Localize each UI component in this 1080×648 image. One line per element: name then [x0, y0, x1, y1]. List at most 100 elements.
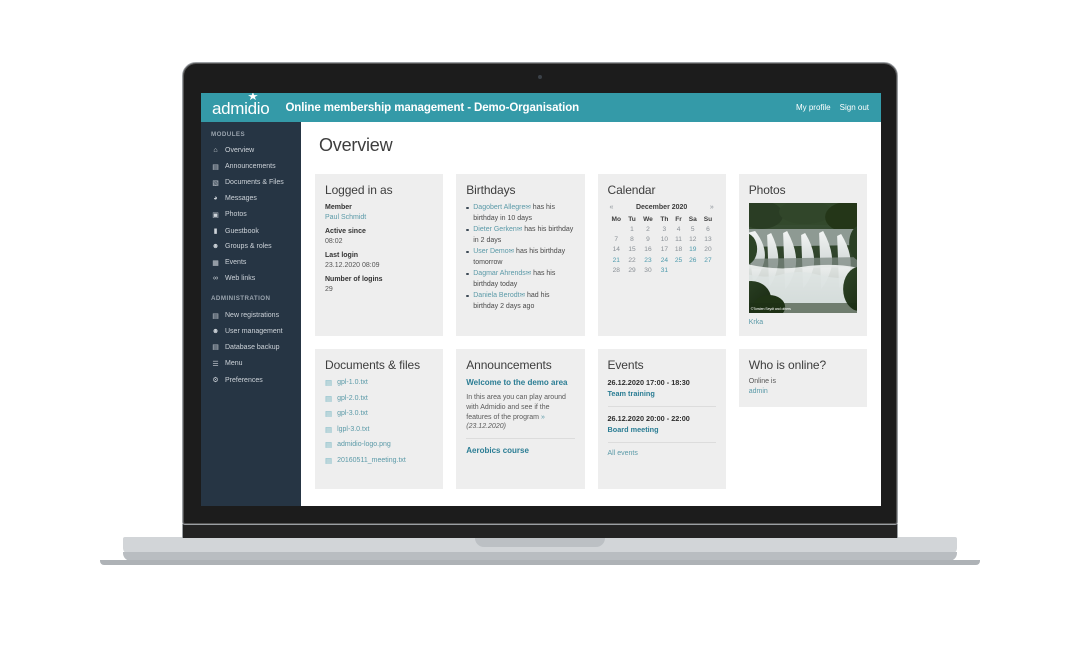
member-name[interactable]: Paul Schmidt — [325, 214, 433, 221]
sidebar-item-label: Photos — [225, 211, 247, 219]
calendar-day[interactable]: 14 — [608, 245, 626, 255]
admidio-logo[interactable]: ★ admidio — [212, 93, 270, 117]
calendar-day[interactable]: 11 — [672, 235, 686, 245]
announcement-date: (23.12.2020) — [466, 423, 506, 430]
announcement-headline[interactable]: Welcome to the demo area — [466, 378, 574, 388]
sidebar-item-groups-roles[interactable]: ☻ Groups & roles — [201, 239, 301, 254]
my-profile-link[interactable]: My profile — [796, 103, 831, 112]
calendar-day[interactable]: 16 — [639, 245, 657, 255]
calendar-day[interactable]: 4 — [672, 224, 686, 234]
calendar-day[interactable]: 17 — [657, 245, 672, 255]
envelope-icon[interactable]: ✉ — [525, 203, 530, 214]
calendar-week-row: 7 8 9 10 11 12 13 — [608, 235, 716, 245]
document-item[interactable]: ▤ 20160511_meeting.txt — [325, 456, 433, 465]
sidebar-item-user-management[interactable]: ☻ User management — [201, 324, 301, 339]
sidebar-item-messages[interactable]: ◕ Messages — [201, 191, 301, 206]
sign-out-link[interactable]: Sign out — [840, 103, 869, 112]
calendar-day[interactable]: 26 — [685, 255, 700, 265]
calendar-day[interactable]: 30 — [639, 265, 657, 275]
event-datetime: 26.12.2020 20:00 - 22:00 — [607, 414, 690, 423]
sidebar-item-database-backup[interactable]: ▤ Database backup — [201, 339, 301, 355]
sidebar-item-label: Web links — [225, 275, 256, 283]
number-of-logins-value: 29 — [325, 286, 333, 293]
envelope-icon[interactable]: ✉ — [509, 247, 514, 258]
document-item[interactable]: ▤ gpl-1.0.txt — [325, 378, 433, 387]
calendar-day-empty — [608, 224, 626, 234]
document-item[interactable]: ▤ lgpl-3.0.txt — [325, 425, 433, 434]
birthday-person-link[interactable]: User Demo — [473, 248, 508, 255]
photo-caption[interactable]: Krka — [749, 319, 857, 326]
calendar-day[interactable]: 7 — [608, 235, 626, 245]
divider — [607, 406, 716, 407]
sidebar-item-announcements[interactable]: ▤ Announcements — [201, 158, 301, 174]
sidebar-item-preferences[interactable]: ⚙ Preferences — [201, 372, 301, 388]
announcement-headline[interactable]: Aerobics course — [466, 446, 574, 456]
sidebar-item-documents-files[interactable]: ▧ Documents & Files — [201, 175, 301, 191]
calendar-day[interactable]: 5 — [685, 224, 700, 234]
announcement-body-text: In this area you can play around with Ad… — [466, 394, 566, 421]
envelope-icon[interactable]: ✉ — [517, 225, 522, 236]
calendar-day[interactable]: 23 — [639, 255, 657, 265]
calendar-day[interactable]: 25 — [672, 255, 686, 265]
calendar-day[interactable]: 22 — [625, 255, 639, 265]
calendar-day-empty — [685, 265, 700, 275]
all-events-link[interactable]: All events — [608, 450, 716, 457]
birthday-person-link[interactable]: Dagobert Allegre — [473, 204, 525, 211]
text-file-icon: ▤ — [325, 409, 333, 418]
birthday-item: Dagobert Allegre ✉ has his birthday in 1… — [466, 203, 574, 224]
sidebar-item-guestbook[interactable]: ▮ Guestbook — [201, 223, 301, 239]
sidebar-item-overview[interactable]: ⌂ Overview — [201, 143, 301, 158]
birthday-list: Dagobert Allegre ✉ has his birthday in 1… — [466, 203, 574, 312]
birthday-person-link[interactable]: Dieter Gerken — [473, 226, 517, 233]
calendar-day[interactable]: 15 — [625, 245, 639, 255]
calendar-next-button[interactable]: » — [710, 204, 714, 211]
envelope-icon[interactable]: ✉ — [520, 291, 525, 302]
sidebar-item-new-registrations[interactable]: ▤ New registrations — [201, 307, 301, 323]
sidebar-item-events[interactable]: ▦ Events — [201, 255, 301, 271]
document-item[interactable]: ▤ gpl-3.0.txt — [325, 409, 433, 418]
calendar-day[interactable]: 27 — [700, 255, 716, 265]
main-content: Overview Logged in as Member Paul Schmid… — [301, 122, 881, 506]
calendar-day[interactable]: 31 — [657, 265, 672, 275]
online-user[interactable]: admin — [749, 388, 857, 395]
event-name[interactable]: Board meeting — [608, 425, 716, 434]
document-item[interactable]: ▤ gpl-2.0.txt — [325, 394, 433, 403]
sidebar-item-photos[interactable]: ▣ Photos — [201, 207, 301, 223]
birthday-person-link[interactable]: Daniela Berodt — [473, 292, 519, 299]
users-icon: ☻ — [211, 243, 220, 251]
calendar-day[interactable]: 21 — [608, 255, 626, 265]
calendar-day[interactable]: 10 — [657, 235, 672, 245]
calendar-day[interactable]: 24 — [657, 255, 672, 265]
calendar-day[interactable]: 9 — [639, 235, 657, 245]
calendar-day[interactable]: 18 — [672, 245, 686, 255]
calendar-day[interactable]: 20 — [700, 245, 716, 255]
calendar-day[interactable]: 2 — [639, 224, 657, 234]
last-login-label: Last login — [325, 252, 359, 259]
event-name[interactable]: Team training — [608, 389, 716, 398]
screen: ★ admidio Online membership management -… — [201, 93, 881, 506]
calendar-header: « December 2020 » — [608, 203, 716, 215]
envelope-icon[interactable]: ✉ — [526, 269, 531, 280]
birthday-person-link[interactable]: Dagmar Ahrends — [473, 270, 526, 277]
calendar-prev-button[interactable]: « — [610, 204, 614, 211]
card-logged-in-as: Logged in as Member Paul Schmidt Active … — [315, 174, 444, 336]
calendar-day[interactable]: 19 — [685, 245, 700, 255]
calendar-day[interactable]: 12 — [685, 235, 700, 245]
document-item[interactable]: ▤ admidio-logo.png — [325, 440, 433, 449]
calendar-day[interactable]: 1 — [625, 224, 639, 234]
sidebar-item-web-links[interactable]: ∞ Web links — [201, 271, 301, 286]
calendar-day[interactable]: 28 — [608, 265, 626, 275]
divider — [466, 438, 575, 439]
sidebar-item-menu[interactable]: ☰ Menu — [201, 356, 301, 372]
calendar-day[interactable]: 13 — [700, 235, 716, 245]
calendar-weekday: Tu — [628, 216, 636, 224]
calendar-day[interactable]: 6 — [700, 224, 716, 234]
gear-icon: ⚙ — [212, 377, 219, 385]
calendar-day[interactable]: 29 — [625, 265, 639, 275]
sidebar-item-label: Preferences — [225, 376, 263, 384]
link-icon: ∞ — [213, 275, 218, 283]
calendar-day[interactable]: 3 — [657, 224, 672, 234]
calendar-day[interactable]: 8 — [625, 235, 639, 245]
photo-thumbnail[interactable]: ©Torsten Seydt and others — [748, 203, 857, 313]
chevron-right-icon[interactable]: » — [541, 414, 545, 421]
